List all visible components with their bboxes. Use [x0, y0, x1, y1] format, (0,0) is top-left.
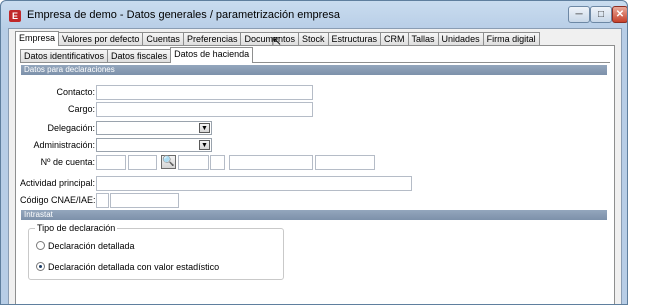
delegacion-select[interactable]: ▼: [96, 121, 212, 135]
cuenta-numero-input[interactable]: [229, 155, 313, 170]
administracion-select[interactable]: ▼: [96, 138, 212, 152]
window-title: Empresa de demo - Datos generales / para…: [27, 9, 341, 21]
cargo-input[interactable]: [96, 102, 313, 117]
tipo-declaracion-group: Tipo de declaración Declaración detallad…: [28, 223, 284, 280]
tab-cuentas[interactable]: Cuentas: [142, 32, 184, 46]
section-header-intrastat: Intrastat: [21, 210, 607, 220]
contacto-input[interactable]: [96, 85, 313, 100]
administracion-label: Administración:: [33, 140, 95, 150]
mouse-cursor-icon: ⇱: [272, 36, 282, 48]
tab-unidades[interactable]: Unidades: [437, 32, 484, 46]
app-window: E Empresa de demo - Datos generales / pa…: [0, 0, 628, 305]
chevron-down-icon[interactable]: ▼: [199, 123, 210, 133]
subtab-datos-identificativos[interactable]: Datos identificativos: [20, 49, 109, 63]
cuenta-oficina-input[interactable]: [128, 155, 157, 170]
tab-estructuras[interactable]: Estructuras: [327, 32, 382, 46]
tab-tallas[interactable]: Tallas: [407, 32, 439, 46]
contacto-label: Contacto:: [56, 87, 95, 97]
tab-empresa[interactable]: Empresa: [15, 31, 60, 46]
tab-crm[interactable]: CRM: [380, 32, 409, 46]
subtab-datos-de-hacienda[interactable]: Datos de hacienda: [170, 47, 254, 63]
subtab-datos-fiscales[interactable]: Datos fiscales: [107, 49, 172, 63]
tab-valores-por-defecto[interactable]: Valores por defecto: [58, 32, 144, 46]
radio-declaracion-detallada[interactable]: Declaración detallada: [36, 241, 135, 251]
tab-stock[interactable]: Stock: [298, 32, 329, 46]
actividad-label: Actividad principal:: [20, 178, 96, 188]
app-icon: E: [9, 10, 21, 22]
datos-hacienda-panel: Datos para declaraciones Contacto: Cargo…: [20, 62, 610, 304]
cuenta-extra-input[interactable]: [315, 155, 375, 170]
cuenta-control-input[interactable]: [210, 155, 225, 170]
cargo-label: Cargo:: [67, 104, 95, 114]
cuenta-dc-input[interactable]: [178, 155, 209, 170]
tipo-declaracion-title: Tipo de declaración: [35, 223, 118, 233]
radio-label: Declaración detallada con valor estadíst…: [48, 262, 220, 272]
radio-button[interactable]: [36, 241, 45, 251]
radio-button-selected[interactable]: [36, 262, 45, 272]
cnae-input[interactable]: [110, 193, 179, 208]
sub-tabs: Datos identificativos Datos fiscales Dat…: [20, 47, 254, 63]
tab-firma-digital[interactable]: Firma digital: [482, 32, 540, 46]
search-icon[interactable]: 🔍: [161, 155, 176, 169]
client-area: Empresa Valores por defecto Cuentas Pref…: [8, 28, 622, 304]
section-header-declaraciones: Datos para declaraciones: [21, 65, 607, 75]
tab-documentos[interactable]: Documentos: [240, 32, 299, 46]
num-cuenta-label: Nº de cuenta:: [40, 157, 95, 167]
cuenta-entidad-input[interactable]: [96, 155, 126, 170]
cnae-label: Código CNAE/IAE:: [20, 195, 96, 205]
delegacion-label: Delegación:: [47, 123, 95, 133]
title-bar[interactable]: E Empresa de demo - Datos generales / pa…: [1, 1, 627, 29]
close-button[interactable]: ✕: [612, 6, 627, 23]
minimize-button[interactable]: ─: [568, 6, 590, 23]
maximize-button[interactable]: □: [590, 6, 612, 23]
tab-panel-empresa: Datos identificativos Datos fiscales Dat…: [15, 45, 615, 304]
cnae-prefix-input[interactable]: [96, 193, 109, 208]
radio-label: Declaración detallada: [48, 241, 135, 251]
actividad-input[interactable]: [96, 176, 412, 191]
chevron-down-icon[interactable]: ▼: [199, 140, 210, 150]
tab-preferencias[interactable]: Preferencias: [182, 32, 242, 46]
radio-declaracion-valor-estadistico[interactable]: Declaración detallada con valor estadíst…: [36, 262, 219, 272]
